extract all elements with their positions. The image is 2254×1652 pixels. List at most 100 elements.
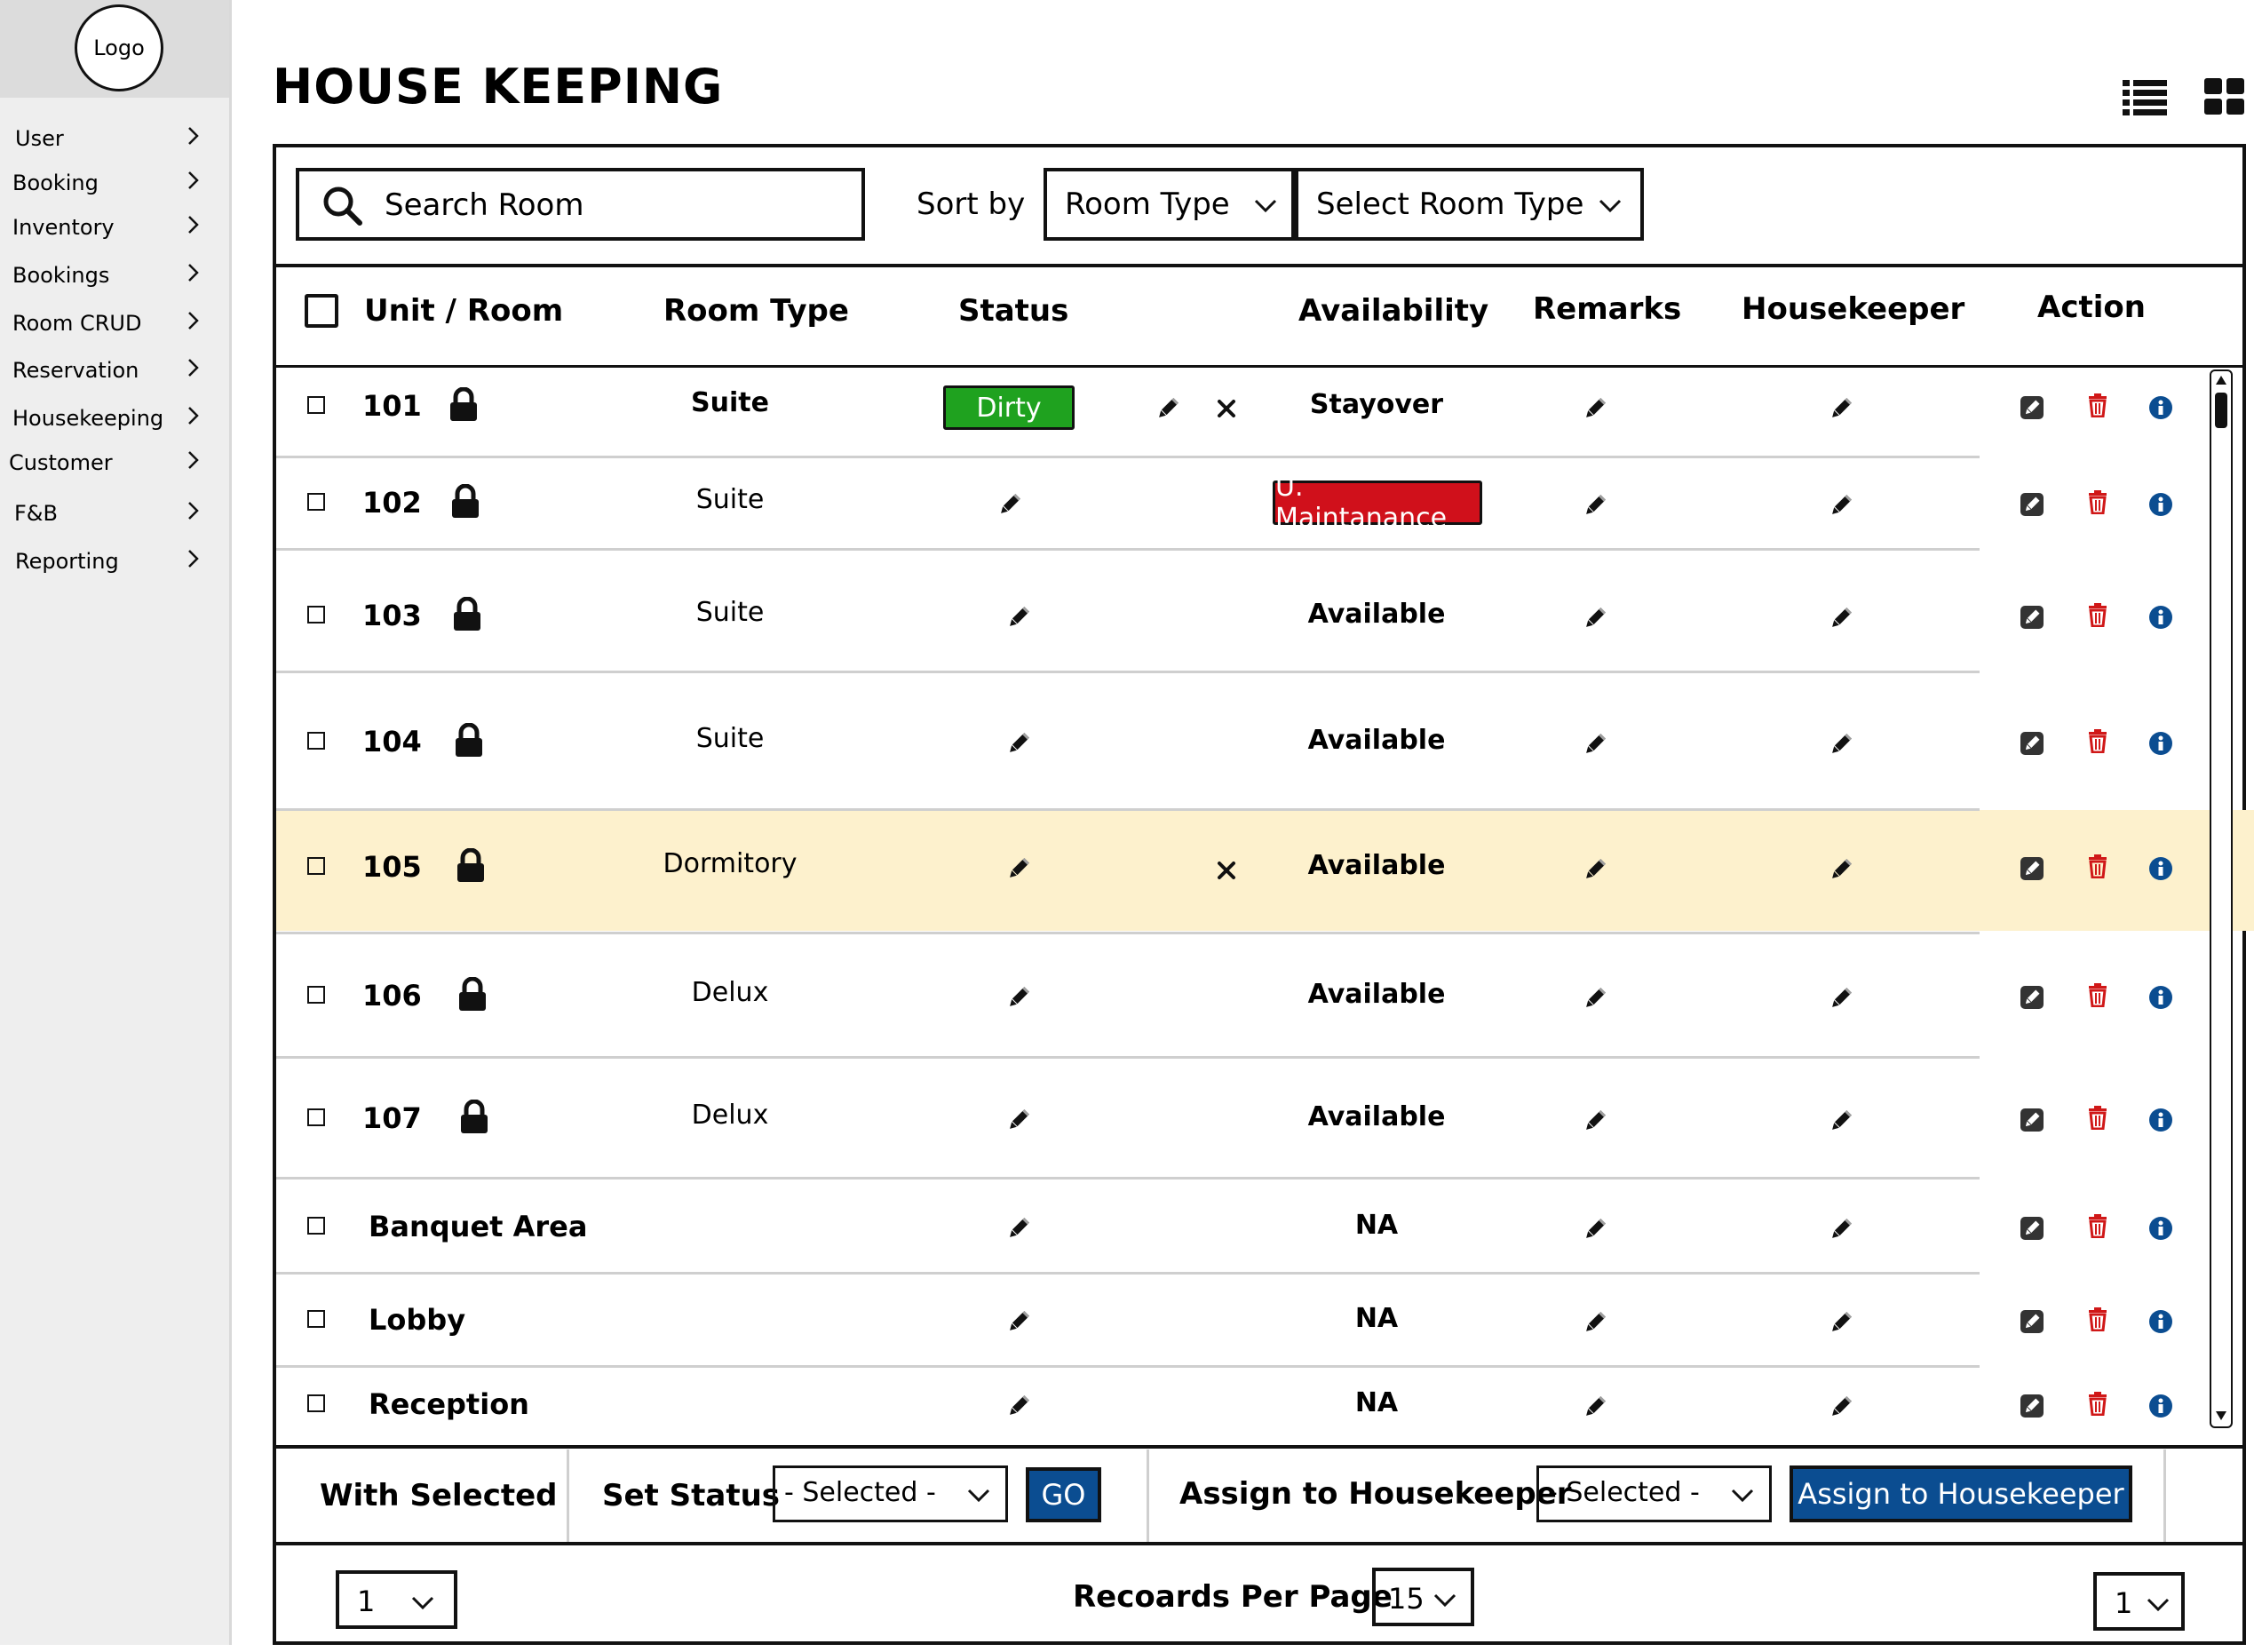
sidebar-item-room-crud[interactable]: Room CRUD bbox=[0, 304, 222, 343]
col-header-remarks[interactable]: Remarks bbox=[1533, 291, 1681, 327]
scroll-up-icon[interactable] bbox=[2215, 375, 2227, 385]
lock-icon[interactable] bbox=[459, 1100, 489, 1135]
page-select-left[interactable]: 1 bbox=[336, 1570, 457, 1629]
edit-housekeeper-icon[interactable] bbox=[1828, 395, 1854, 422]
info-icon[interactable] bbox=[2148, 1309, 2173, 1334]
row-checkbox[interactable] bbox=[307, 732, 325, 750]
edit-remarks-icon[interactable] bbox=[1582, 492, 1608, 519]
page-select-right[interactable]: 1 bbox=[2093, 1572, 2185, 1631]
edit-remarks-icon[interactable] bbox=[1582, 1216, 1608, 1243]
clear-status-icon[interactable] bbox=[1217, 861, 1236, 880]
delete-icon[interactable] bbox=[2087, 1105, 2108, 1130]
edit-remarks-icon[interactable] bbox=[1582, 1108, 1608, 1134]
edit-housekeeper-icon[interactable] bbox=[1828, 731, 1854, 758]
edit-remarks-icon[interactable] bbox=[1582, 1394, 1608, 1420]
edit-status-icon[interactable] bbox=[1005, 1107, 1032, 1133]
row-checkbox[interactable] bbox=[307, 493, 325, 511]
delete-icon[interactable] bbox=[2087, 602, 2108, 627]
edit-housekeeper-icon[interactable] bbox=[1828, 1216, 1854, 1243]
edit-icon[interactable] bbox=[2019, 984, 2045, 1011]
col-header-status[interactable]: Status bbox=[958, 293, 1068, 329]
delete-icon[interactable] bbox=[2087, 489, 2108, 514]
row-checkbox[interactable] bbox=[307, 1108, 325, 1126]
edit-status-icon[interactable] bbox=[1005, 604, 1032, 631]
delete-icon[interactable] bbox=[2087, 1307, 2108, 1331]
sidebar-item-f-b[interactable]: F&B bbox=[0, 494, 222, 533]
info-icon[interactable] bbox=[2148, 605, 2173, 630]
lock-icon[interactable] bbox=[450, 484, 480, 520]
status-select[interactable]: - Selected - bbox=[773, 1465, 1008, 1522]
edit-icon[interactable] bbox=[2019, 730, 2045, 757]
clear-status-icon[interactable] bbox=[1217, 399, 1236, 418]
sidebar-item-bookings[interactable]: Bookings bbox=[0, 256, 222, 295]
sidebar-item-inventory[interactable]: Inventory bbox=[0, 208, 222, 247]
edit-status-icon[interactable] bbox=[996, 491, 1023, 518]
lock-icon[interactable] bbox=[456, 848, 486, 884]
edit-status-icon[interactable] bbox=[1005, 855, 1032, 882]
info-icon[interactable] bbox=[2148, 395, 2173, 420]
row-checkbox[interactable] bbox=[307, 606, 325, 623]
delete-icon[interactable] bbox=[2087, 854, 2108, 878]
edit-housekeeper-icon[interactable] bbox=[1828, 856, 1854, 883]
sidebar-item-user[interactable]: User bbox=[0, 119, 222, 158]
grid-view-icon[interactable] bbox=[2204, 78, 2245, 115]
edit-housekeeper-icon[interactable] bbox=[1828, 985, 1854, 1012]
select-all-checkbox[interactable] bbox=[305, 294, 338, 328]
delete-icon[interactable] bbox=[2087, 728, 2108, 753]
col-header-availability[interactable]: Availability bbox=[1298, 293, 1488, 329]
housekeeper-select[interactable]: - Selected - bbox=[1536, 1465, 1772, 1522]
row-checkbox[interactable] bbox=[307, 1310, 325, 1328]
col-header-housekeeper[interactable]: Housekeeper bbox=[1742, 291, 1964, 327]
assign-housekeeper-button[interactable]: Assign to Housekeeper bbox=[1790, 1465, 2132, 1522]
edit-icon[interactable] bbox=[2019, 491, 2045, 518]
row-checkbox[interactable] bbox=[307, 1217, 325, 1235]
edit-status-icon[interactable] bbox=[1005, 1308, 1032, 1335]
edit-remarks-icon[interactable] bbox=[1582, 856, 1608, 883]
edit-icon[interactable] bbox=[2019, 1215, 2045, 1242]
row-checkbox[interactable] bbox=[307, 396, 325, 414]
edit-remarks-icon[interactable] bbox=[1582, 731, 1608, 758]
sidebar-item-housekeeping[interactable]: Housekeeping bbox=[0, 399, 222, 438]
logo[interactable]: Logo bbox=[75, 4, 163, 91]
scroll-down-icon[interactable] bbox=[2215, 1410, 2227, 1421]
edit-icon[interactable] bbox=[2019, 1308, 2045, 1335]
edit-remarks-icon[interactable] bbox=[1582, 395, 1608, 422]
lock-icon[interactable] bbox=[454, 723, 484, 758]
search-input[interactable]: Search Room bbox=[296, 168, 865, 241]
info-icon[interactable] bbox=[2148, 1216, 2173, 1241]
info-icon[interactable] bbox=[2148, 731, 2173, 756]
edit-remarks-icon[interactable] bbox=[1582, 985, 1608, 1012]
room-type-select[interactable]: Select Room Type bbox=[1295, 168, 1644, 241]
edit-icon[interactable] bbox=[2019, 1393, 2045, 1419]
edit-status-icon[interactable] bbox=[1155, 395, 1181, 422]
sidebar-item-reservation[interactable]: Reservation bbox=[0, 351, 222, 390]
edit-icon[interactable] bbox=[2019, 855, 2045, 882]
edit-icon[interactable] bbox=[2019, 604, 2045, 631]
lock-icon[interactable] bbox=[457, 977, 488, 1013]
lock-icon[interactable] bbox=[448, 387, 479, 423]
delete-icon[interactable] bbox=[2087, 1213, 2108, 1238]
edit-status-icon[interactable] bbox=[1005, 1215, 1032, 1242]
sidebar-item-booking[interactable]: Booking bbox=[0, 163, 222, 203]
row-checkbox[interactable] bbox=[307, 1394, 325, 1412]
edit-status-icon[interactable] bbox=[1005, 730, 1032, 757]
col-header-room-type[interactable]: Room Type bbox=[663, 293, 849, 329]
status-badge[interactable]: Dirty bbox=[943, 385, 1075, 430]
edit-remarks-icon[interactable] bbox=[1582, 1309, 1608, 1336]
edit-status-icon[interactable] bbox=[1005, 1393, 1032, 1419]
edit-housekeeper-icon[interactable] bbox=[1828, 492, 1854, 519]
edit-icon[interactable] bbox=[2019, 1107, 2045, 1133]
edit-housekeeper-icon[interactable] bbox=[1828, 1309, 1854, 1336]
sidebar-item-customer[interactable]: Customer bbox=[0, 443, 222, 482]
list-view-icon[interactable] bbox=[2123, 78, 2169, 117]
records-per-page-select[interactable]: 15 bbox=[1372, 1568, 1474, 1626]
info-icon[interactable] bbox=[2148, 1108, 2173, 1132]
lock-icon[interactable] bbox=[452, 597, 482, 632]
info-icon[interactable] bbox=[2148, 856, 2173, 881]
edit-remarks-icon[interactable] bbox=[1582, 605, 1608, 631]
info-icon[interactable] bbox=[2148, 985, 2173, 1010]
delete-icon[interactable] bbox=[2087, 982, 2108, 1007]
edit-housekeeper-icon[interactable] bbox=[1828, 1394, 1854, 1420]
info-icon[interactable] bbox=[2148, 492, 2173, 517]
edit-housekeeper-icon[interactable] bbox=[1828, 605, 1854, 631]
